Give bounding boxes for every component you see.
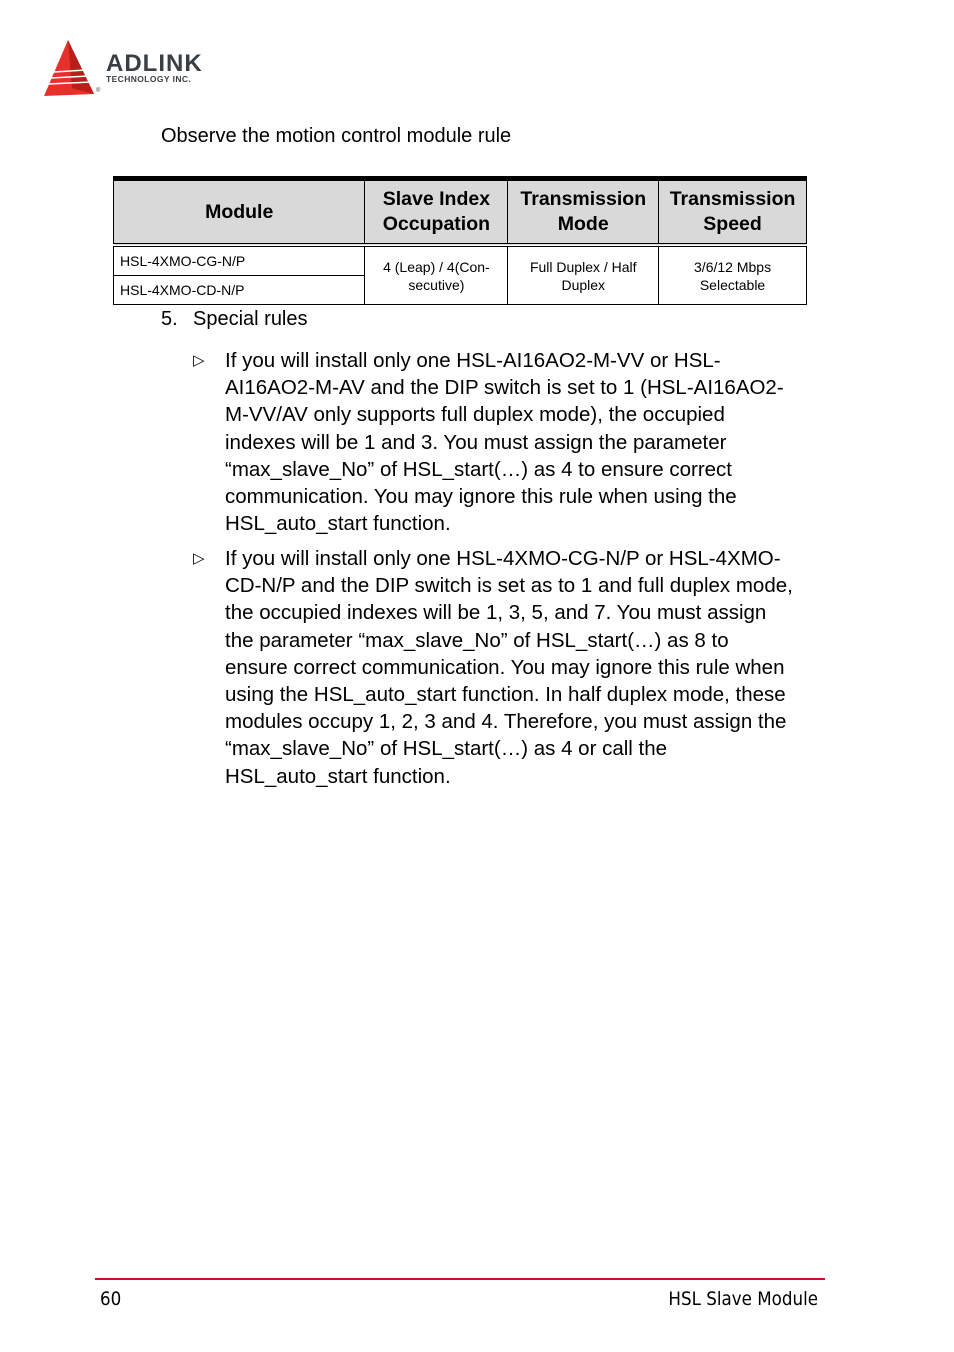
registered-mark: ® bbox=[96, 88, 101, 94]
intro-text: Observe the motion control module rule bbox=[161, 125, 512, 147]
module-cell: HSL-4XMO-CD-N/P bbox=[112, 275, 366, 305]
table-header-row: Module Slave Index Occupation Transmissi… bbox=[112, 178, 807, 246]
page-number: 60 bbox=[100, 1288, 122, 1310]
chapter-title: HSL Slave Module bbox=[668, 1288, 818, 1310]
logo-subtitle: TECHNOLOGY INC. bbox=[106, 74, 192, 84]
section-heading: 5. Special rules bbox=[161, 308, 308, 331]
bullet-text: If you will install only one HSL-AI16AO2… bbox=[225, 349, 784, 536]
column-header-transmission-speed: Transmission Speed bbox=[658, 178, 807, 246]
adlink-logo: ADLINK TECHNOLOGY INC. ® bbox=[42, 38, 242, 100]
transmission-mode-cell: Full Duplex / Half Duplex bbox=[507, 244, 660, 305]
module-cell: HSL-4XMO-CG-N/P bbox=[112, 244, 366, 276]
column-header-slave-index: Slave Index Occupation bbox=[364, 178, 509, 246]
module-rule-table: Module Slave Index Occupation Transmissi… bbox=[112, 176, 807, 305]
section-number: 5. bbox=[161, 308, 178, 330]
column-header-transmission-mode: Transmission Mode bbox=[507, 178, 660, 246]
section-title: Special rules bbox=[193, 308, 308, 330]
transmission-speed-cell: 3/6/12 Mbps Selectable bbox=[658, 244, 807, 305]
table-row: HSL-4XMO-CG-N/P 4 (Leap) / 4(Con-secutiv… bbox=[112, 244, 807, 305]
triangle-right-outline-icon: ▷ bbox=[193, 352, 205, 369]
column-header-module: Module bbox=[112, 178, 366, 246]
slave-index-cell: 4 (Leap) / 4(Con-secutive) bbox=[364, 244, 509, 305]
bullet-text: If you will install only one HSL-4XMO-CG… bbox=[225, 547, 793, 788]
triangle-right-outline-icon: ▷ bbox=[193, 550, 205, 567]
footer-rule bbox=[95, 1278, 825, 1280]
logo-triangle-icon bbox=[44, 40, 94, 96]
